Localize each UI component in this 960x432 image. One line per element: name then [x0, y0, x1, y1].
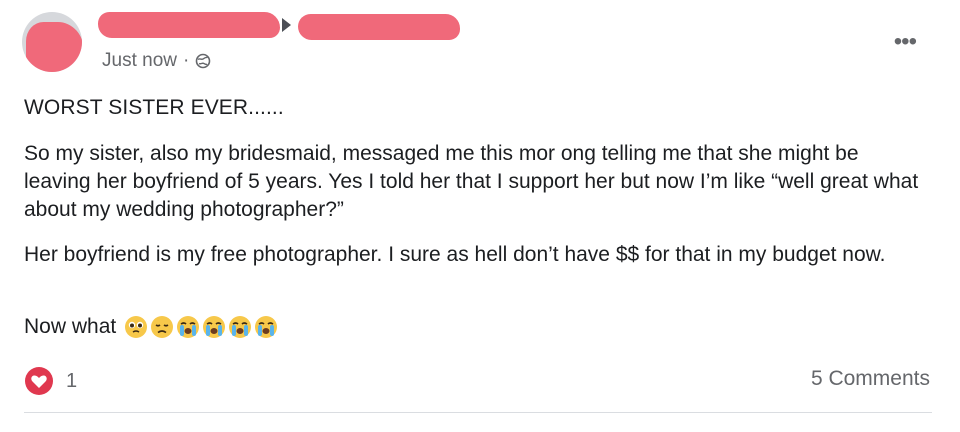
post-paragraph: Her boyfriend is my free photographer. I…	[24, 243, 886, 266]
author-name-redacted[interactable]	[98, 12, 280, 38]
more-options-button[interactable]: •••	[894, 30, 917, 54]
timestamp[interactable]: Just now	[102, 50, 177, 72]
crying-face-icon	[255, 316, 278, 338]
post-meta: Just now ·	[102, 50, 211, 72]
disappointed-face-icon	[151, 316, 174, 338]
avatar[interactable]	[22, 12, 82, 72]
redaction-mark	[26, 22, 82, 72]
emoji-row	[124, 315, 278, 339]
comments-count-link[interactable]: 5 Comments	[811, 367, 930, 391]
crying-face-icon	[203, 316, 226, 338]
post-closing-line: Now what	[24, 313, 924, 341]
closing-text: Now what	[24, 315, 117, 338]
reaction-summary[interactable]: 1	[24, 366, 77, 396]
post-paragraph: So my sister, also my bridesmaid, messag…	[24, 142, 919, 221]
globe-icon[interactable]	[195, 53, 211, 69]
reaction-count[interactable]: 1	[66, 370, 77, 393]
crying-face-icon	[177, 316, 200, 338]
group-name-redacted[interactable]	[298, 14, 460, 40]
facebook-post: Just now · ••• WORST SISTER EVER...... S…	[0, 0, 960, 432]
post-headline: WORST SISTER EVER......	[24, 96, 284, 119]
crying-face-icon	[229, 316, 252, 338]
pleading-face-icon	[125, 316, 148, 338]
divider	[24, 412, 932, 413]
arrow-right-icon	[282, 18, 291, 32]
meta-separator: ·	[182, 50, 190, 71]
heart-icon	[25, 367, 53, 395]
